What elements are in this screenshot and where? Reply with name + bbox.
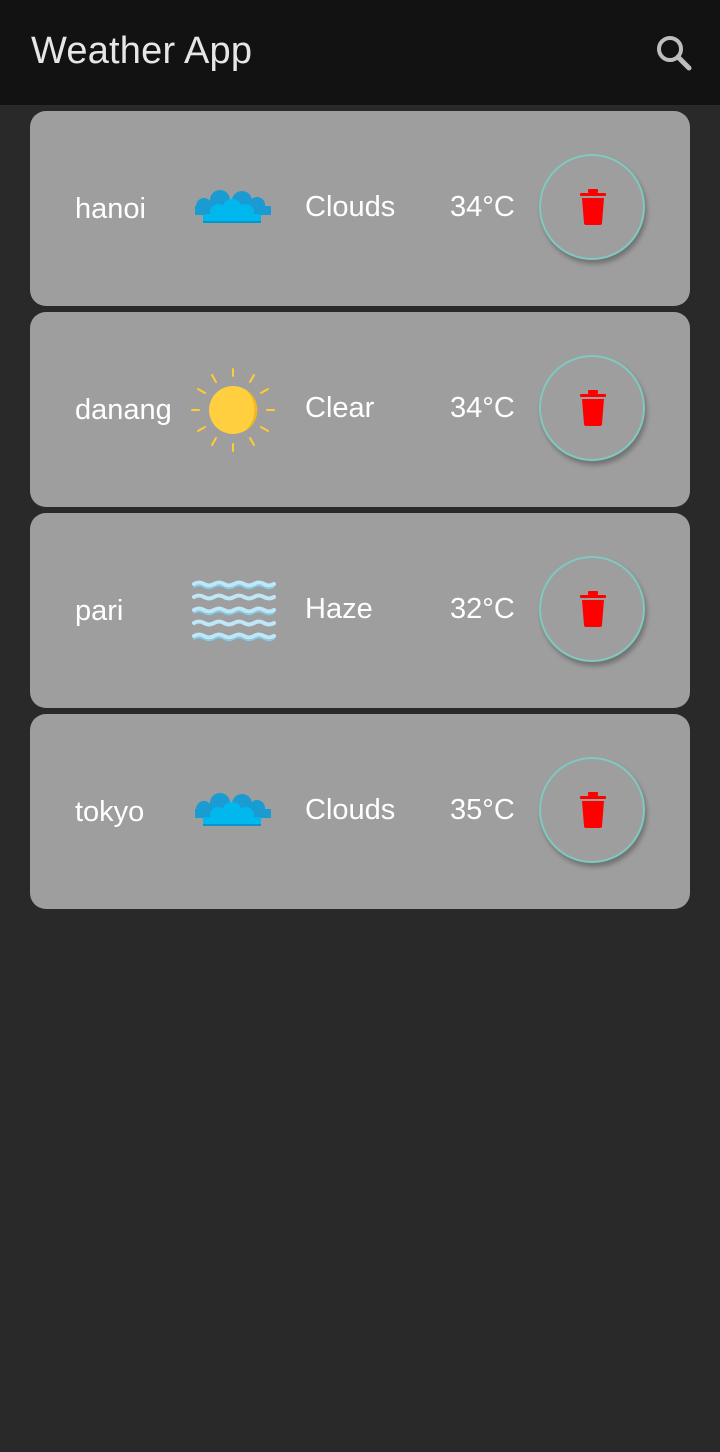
temperature: 34°C xyxy=(450,191,515,223)
delete-button[interactable] xyxy=(539,556,645,662)
weather-condition: Haze xyxy=(305,593,373,625)
city-card[interactable]: pari Haze 32°C xyxy=(30,513,690,708)
app-bar: Weather App xyxy=(0,0,720,105)
city-card[interactable]: hanoi Clouds 34°C xyxy=(30,111,690,306)
trash-icon xyxy=(580,390,606,426)
city-card[interactable]: danang Clear 34°C xyxy=(30,312,690,507)
temperature: 34°C xyxy=(450,392,515,424)
city-card[interactable]: tokyo Clouds 35°C xyxy=(30,714,690,909)
city-name: hanoi xyxy=(75,193,146,225)
delete-button[interactable] xyxy=(539,355,645,461)
trash-icon xyxy=(580,792,606,828)
search-button[interactable] xyxy=(652,32,696,76)
trash-icon xyxy=(580,591,606,627)
weather-condition: Clear xyxy=(305,392,375,424)
clouds-icon xyxy=(190,166,276,252)
weather-condition: Clouds xyxy=(305,191,396,223)
search-icon xyxy=(657,36,692,71)
weather-condition: Clouds xyxy=(305,794,396,826)
trash-icon xyxy=(580,189,606,225)
clouds-icon xyxy=(190,769,276,855)
app-title: Weather App xyxy=(31,30,253,72)
temperature: 35°C xyxy=(450,794,515,826)
haze-icon xyxy=(190,568,276,654)
temperature: 32°C xyxy=(450,593,515,625)
city-name: tokyo xyxy=(75,796,145,828)
sun-icon xyxy=(190,367,276,453)
delete-button[interactable] xyxy=(539,154,645,260)
city-name: danang xyxy=(75,394,172,426)
city-name: pari xyxy=(75,595,124,627)
delete-button[interactable] xyxy=(539,757,645,863)
